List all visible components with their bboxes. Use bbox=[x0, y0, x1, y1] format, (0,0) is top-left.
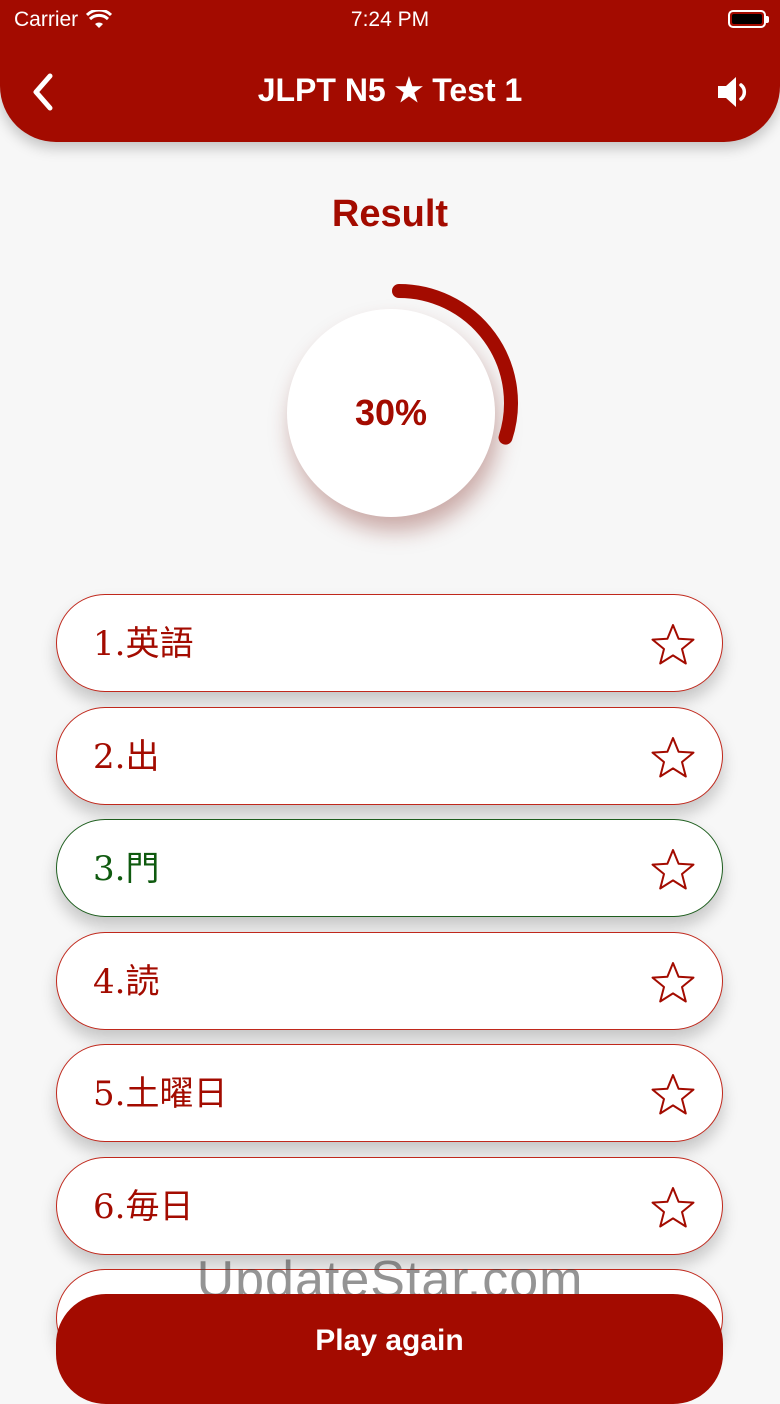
question-label: 6.毎日 bbox=[93, 1186, 194, 1227]
question-row[interactable]: 5.土曜日 bbox=[56, 1044, 723, 1142]
question-label: 1.英語 bbox=[93, 624, 194, 664]
app-header: Carrier 7:24 PM JLPT N5 ★ Test 1 bbox=[0, 0, 780, 142]
question-row[interactable]: 3.門 bbox=[56, 819, 723, 917]
star-icon[interactable] bbox=[650, 1072, 696, 1118]
result-progress-ring: 30% bbox=[279, 281, 523, 525]
star-icon[interactable] bbox=[650, 735, 696, 781]
speaker-icon bbox=[718, 77, 747, 107]
play-again-button[interactable]: Play again bbox=[56, 1294, 723, 1404]
question-label: 2.出 bbox=[93, 736, 160, 777]
sound-button[interactable] bbox=[714, 72, 754, 112]
question-row[interactable]: 6.毎日 bbox=[56, 1156, 723, 1255]
star-icon[interactable] bbox=[650, 1185, 696, 1231]
chevron-left-icon bbox=[33, 73, 53, 111]
back-button[interactable] bbox=[26, 70, 66, 114]
question-row[interactable]: 1.英語 bbox=[56, 594, 723, 692]
result-percent: 30% bbox=[354, 392, 428, 433]
question-label: 5.土曜日 bbox=[93, 1074, 228, 1114]
star-icon[interactable] bbox=[650, 960, 696, 1006]
status-bar: Carrier 7:24 PM bbox=[0, 0, 780, 40]
star-icon[interactable] bbox=[650, 847, 696, 893]
question-label: 4.読 bbox=[93, 961, 160, 1002]
question-label: 3.門 bbox=[93, 849, 160, 889]
question-row[interactable]: 4.読 bbox=[56, 931, 723, 1030]
battery-icon bbox=[728, 10, 769, 28]
question-row[interactable]: 2.出 bbox=[56, 706, 723, 805]
result-heading: Result bbox=[331, 193, 449, 235]
page-title: JLPT N5 ★ Test 1 bbox=[257, 72, 523, 108]
star-icon[interactable] bbox=[650, 622, 696, 668]
status-time: 7:24 PM bbox=[350, 8, 430, 31]
